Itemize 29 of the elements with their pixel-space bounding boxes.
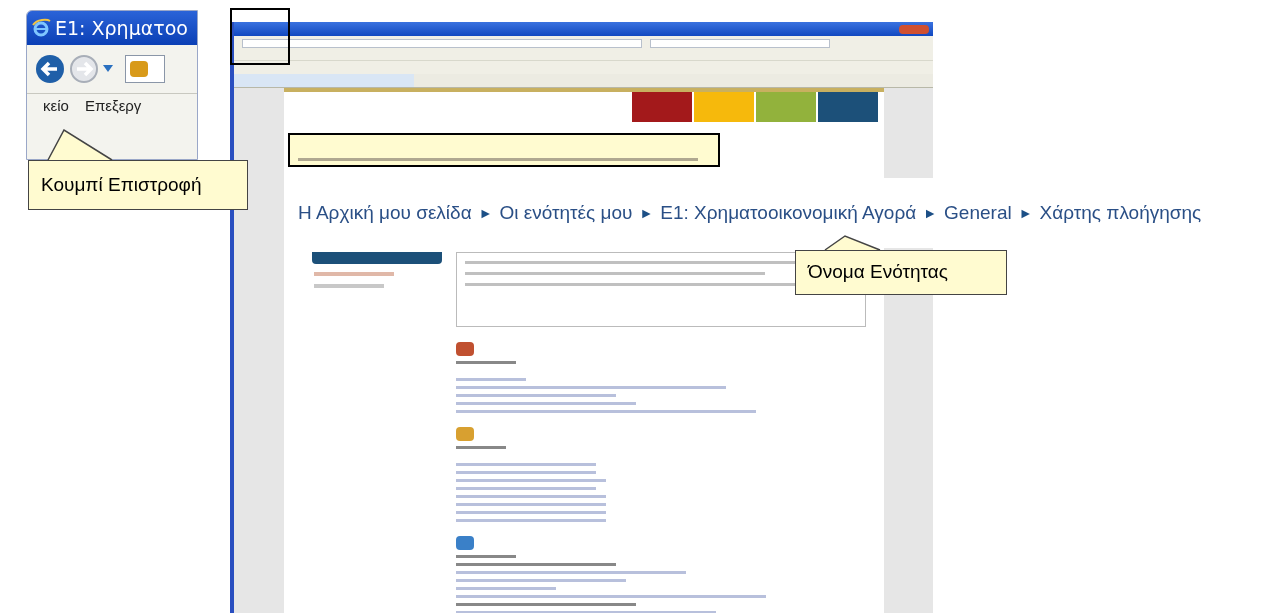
browser-logo-icon	[31, 18, 51, 38]
separator-arrow: ►	[1018, 203, 1033, 223]
menu-item[interactable]: Επεξεργ	[84, 95, 142, 118]
callout-pointer	[47, 129, 113, 161]
address-field[interactable]	[125, 55, 165, 83]
breadcrumb-link[interactable]: General	[944, 198, 1012, 228]
back-button-highlight	[230, 8, 290, 65]
separator-arrow: ►	[639, 203, 654, 223]
menu-item[interactable]: κείο	[43, 95, 69, 118]
site-logo-icon	[130, 61, 148, 77]
breadcrumb-link[interactable]: Χάρτης πλοήγησης	[1039, 198, 1202, 228]
blurred-text-line	[455, 361, 516, 364]
section-icon	[455, 427, 474, 441]
breadcrumb-link[interactable]: E1: Χρηματοοικονομική Αγορά	[660, 198, 917, 228]
section-icon	[455, 536, 474, 550]
breadcrumb-link[interactable]: Η Αρχική μου σελίδα	[298, 198, 472, 228]
blurred-text-line	[455, 378, 526, 381]
blurred-text-line	[455, 446, 506, 449]
sidebar-item-placeholder	[313, 284, 384, 288]
window-title: E1: Χρηματοο	[55, 15, 188, 41]
separator-arrow: ►	[478, 203, 493, 223]
section-icon	[455, 342, 474, 356]
breadcrumb-link[interactable]: Οι ενότητές μου	[499, 198, 633, 228]
blurred-text-line	[455, 555, 516, 558]
back-button-icon[interactable]	[35, 54, 65, 84]
callout-pointer	[824, 235, 881, 251]
dropdown-arrow-icon[interactable]	[103, 65, 113, 73]
window-controls-icon	[899, 24, 929, 34]
separator-arrow: ►	[923, 203, 938, 223]
